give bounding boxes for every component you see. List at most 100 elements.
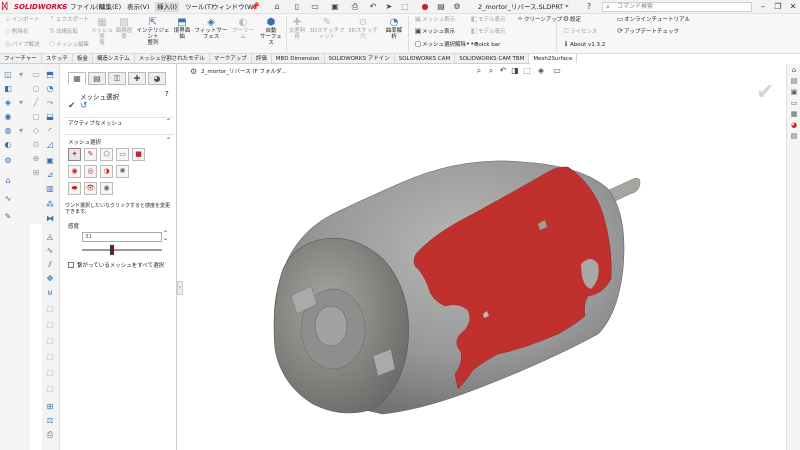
appearance-icon[interactable]: ◍ — [3, 126, 13, 136]
display-style-icon[interactable]: ◈ — [3, 98, 13, 108]
maximize-button[interactable]: ❐ — [771, 1, 785, 13]
disabled-icon[interactable]: ▢ — [45, 368, 55, 378]
export-button[interactable]: ⇡エクスポート — [48, 16, 89, 24]
intersection-button[interactable]: ✚ 交差利用 — [288, 17, 306, 40]
file-properties-icon[interactable]: ▤ — [436, 2, 446, 12]
view-settings-icon[interactable]: ⚙ — [3, 156, 13, 166]
minimize-button[interactable]: – — [756, 1, 770, 13]
select-connected-checkbox[interactable] — [68, 262, 74, 268]
help-icon[interactable]: ? — [165, 90, 169, 98]
show-selection-button[interactable]: 👁 — [84, 182, 97, 195]
dimxpert-tab[interactable]: ✚ — [128, 72, 146, 85]
circle-icon[interactable]: ○ — [31, 84, 41, 94]
curves-icon[interactable]: ∿ — [3, 194, 13, 204]
curve-icon[interactable]: ∿ — [45, 246, 55, 256]
loft-icon[interactable]: ⬓ — [45, 112, 55, 122]
mesh-select-section[interactable]: メッシュ選択 — [68, 138, 101, 146]
fill-holes-button[interactable]: ◎パイプ解決 — [4, 41, 40, 49]
area-density-button[interactable]: ▧ 面積密度 — [114, 17, 134, 40]
tab-sheet-metal[interactable]: 板金 — [73, 54, 93, 63]
disabled-icon[interactable]: ▢ — [45, 304, 55, 314]
disabled-icon[interactable]: ▢ — [45, 352, 55, 362]
draft-icon[interactable]: ⊿ — [45, 170, 55, 180]
mesh-edit-button[interactable]: ⬡メッシュ編集 — [48, 41, 89, 49]
undo-icon[interactable]: ↶ — [368, 2, 378, 12]
reference-icon[interactable]: ⌂ — [3, 176, 13, 186]
display-tab[interactable]: ◕ — [148, 72, 166, 85]
command-search-input[interactable]: ⌕ コマンド検索 — [602, 2, 752, 12]
print-icon[interactable]: ⎙ — [350, 2, 360, 12]
ref-geom-icon[interactable]: ◬ — [45, 232, 55, 242]
tab-mbd-dimension[interactable]: MBD Dimension — [272, 54, 325, 63]
hide-show-icon[interactable]: ◉ — [3, 112, 13, 122]
menu-edit[interactable]: 編集(E) — [99, 2, 121, 12]
design-library-icon[interactable]: ▣ — [789, 88, 799, 97]
boolean-button[interactable]: ◐ ブーリーム — [230, 17, 256, 40]
lasso-select-button[interactable]: ⬠ — [100, 148, 113, 161]
flip-normals-button[interactable]: ⇅法線反転 — [48, 28, 78, 36]
auto-surface-button[interactable]: ⬢ 自動 サーフェス — [258, 17, 284, 46]
box-icon[interactable]: ▢ — [31, 112, 41, 122]
about-button[interactable]: ℹ About v1.3.2 — [562, 41, 606, 49]
rect-select-button[interactable]: ▭ — [116, 148, 129, 161]
line-icon[interactable]: ╱ — [31, 98, 41, 108]
help-icon[interactable]: ? — [584, 2, 594, 12]
visibility-toggle-button[interactable]: ◉ — [100, 182, 113, 195]
hide-selection-button[interactable]: ⬬ — [68, 182, 81, 195]
file-explorer-icon[interactable]: ▭ — [789, 99, 799, 108]
options-icon[interactable]: ⚙ — [452, 2, 462, 12]
mesh-repair-button[interactable]: ▦ メッシュ修復 — [90, 17, 114, 46]
curvature-button[interactable]: ◔ 曲率解析 — [384, 17, 404, 40]
pattern-icon[interactable]: ⁂ — [45, 200, 55, 210]
pin-icon[interactable]: 📌 — [250, 2, 260, 12]
extrude-icon[interactable]: ⬒ — [45, 70, 55, 80]
sweep-icon[interactable]: ⤳ — [45, 98, 55, 108]
select-icon[interactable]: ▭ — [31, 70, 41, 80]
traffic-light-icon[interactable]: ● — [420, 2, 430, 12]
tab-structure-system[interactable]: 構造システム — [93, 54, 135, 63]
resources-icon[interactable]: ▤ — [789, 77, 799, 86]
appearances-icon[interactable]: ◕ — [789, 121, 799, 130]
point-icon[interactable]: ⊙ — [31, 140, 41, 150]
view-settings-icon[interactable]: ▭ — [552, 66, 562, 76]
dropdown-icon[interactable]: ▾ — [16, 70, 26, 80]
mesh-display-button[interactable]: ▣メッシュ表示 — [414, 16, 455, 24]
tab-features[interactable]: フィーチャー — [0, 54, 42, 63]
coordinate-icon[interactable]: ⊞ — [31, 168, 41, 178]
model-show-button[interactable]: ◧モデル表示 — [470, 28, 506, 36]
invert-select-button[interactable]: ◑ — [100, 165, 113, 178]
active-mesh-section[interactable]: アクティブなメッシュ — [68, 119, 122, 127]
config-tab[interactable]: ⚿ — [108, 72, 126, 85]
instant3d-icon[interactable]: ✎ — [3, 212, 13, 222]
disabled-icon[interactable]: ▢ — [45, 384, 55, 394]
rib-icon[interactable]: ▥ — [45, 184, 55, 194]
update-check-button[interactable]: ⟳アップデートチェック — [616, 28, 679, 36]
tab-addins[interactable]: SOLIDWORKS アドイン — [325, 54, 395, 63]
mesh-model[interactable] — [183, 64, 783, 450]
mass-props-icon[interactable]: ⚖ — [45, 416, 55, 426]
close-button[interactable]: ✕ — [786, 1, 800, 13]
combine-icon[interactable]: ⊎ — [45, 288, 55, 298]
open-icon[interactable]: ▭ — [310, 2, 320, 12]
tree-flyout-icon[interactable]: ⚙ — [190, 67, 197, 76]
model-display-button[interactable]: ◧モデル表示 — [470, 16, 506, 24]
measure-icon[interactable]: ⊞ — [45, 402, 55, 412]
mesh-deselect-button[interactable]: ▢メッシュ選択解除 — [414, 41, 466, 49]
menu-tools[interactable]: ツール(T) — [185, 2, 214, 12]
dropdown-icon[interactable]: ▾ — [16, 98, 26, 108]
scene-icon[interactable]: ◐ — [3, 140, 13, 150]
intelligent-align-button[interactable]: ⇱ インテリジェント 整列 — [136, 17, 170, 46]
select-all-button[interactable]: ✺ — [116, 165, 129, 178]
menu-pin-icon[interactable]: › — [58, 2, 68, 12]
license-button[interactable]: ⚿ライセンス — [562, 28, 597, 36]
fillet-icon[interactable]: ◜ — [45, 126, 55, 136]
tab-sketch[interactable]: スケッチ — [42, 54, 73, 63]
menu-view[interactable]: 表示(V) — [127, 2, 150, 12]
property-manager-tab[interactable]: ▦ — [68, 72, 86, 85]
disabled-icon[interactable]: ▢ — [45, 320, 55, 330]
section-view-icon[interactable]: ◨ — [510, 66, 520, 76]
settings-button[interactable]: ⚙設定 — [562, 16, 581, 24]
menu-insert[interactable]: 挿入(I) — [155, 2, 179, 12]
rebuild-icon[interactable]: ⬚ — [400, 2, 410, 12]
print-icon[interactable]: ⎙ — [45, 430, 55, 440]
